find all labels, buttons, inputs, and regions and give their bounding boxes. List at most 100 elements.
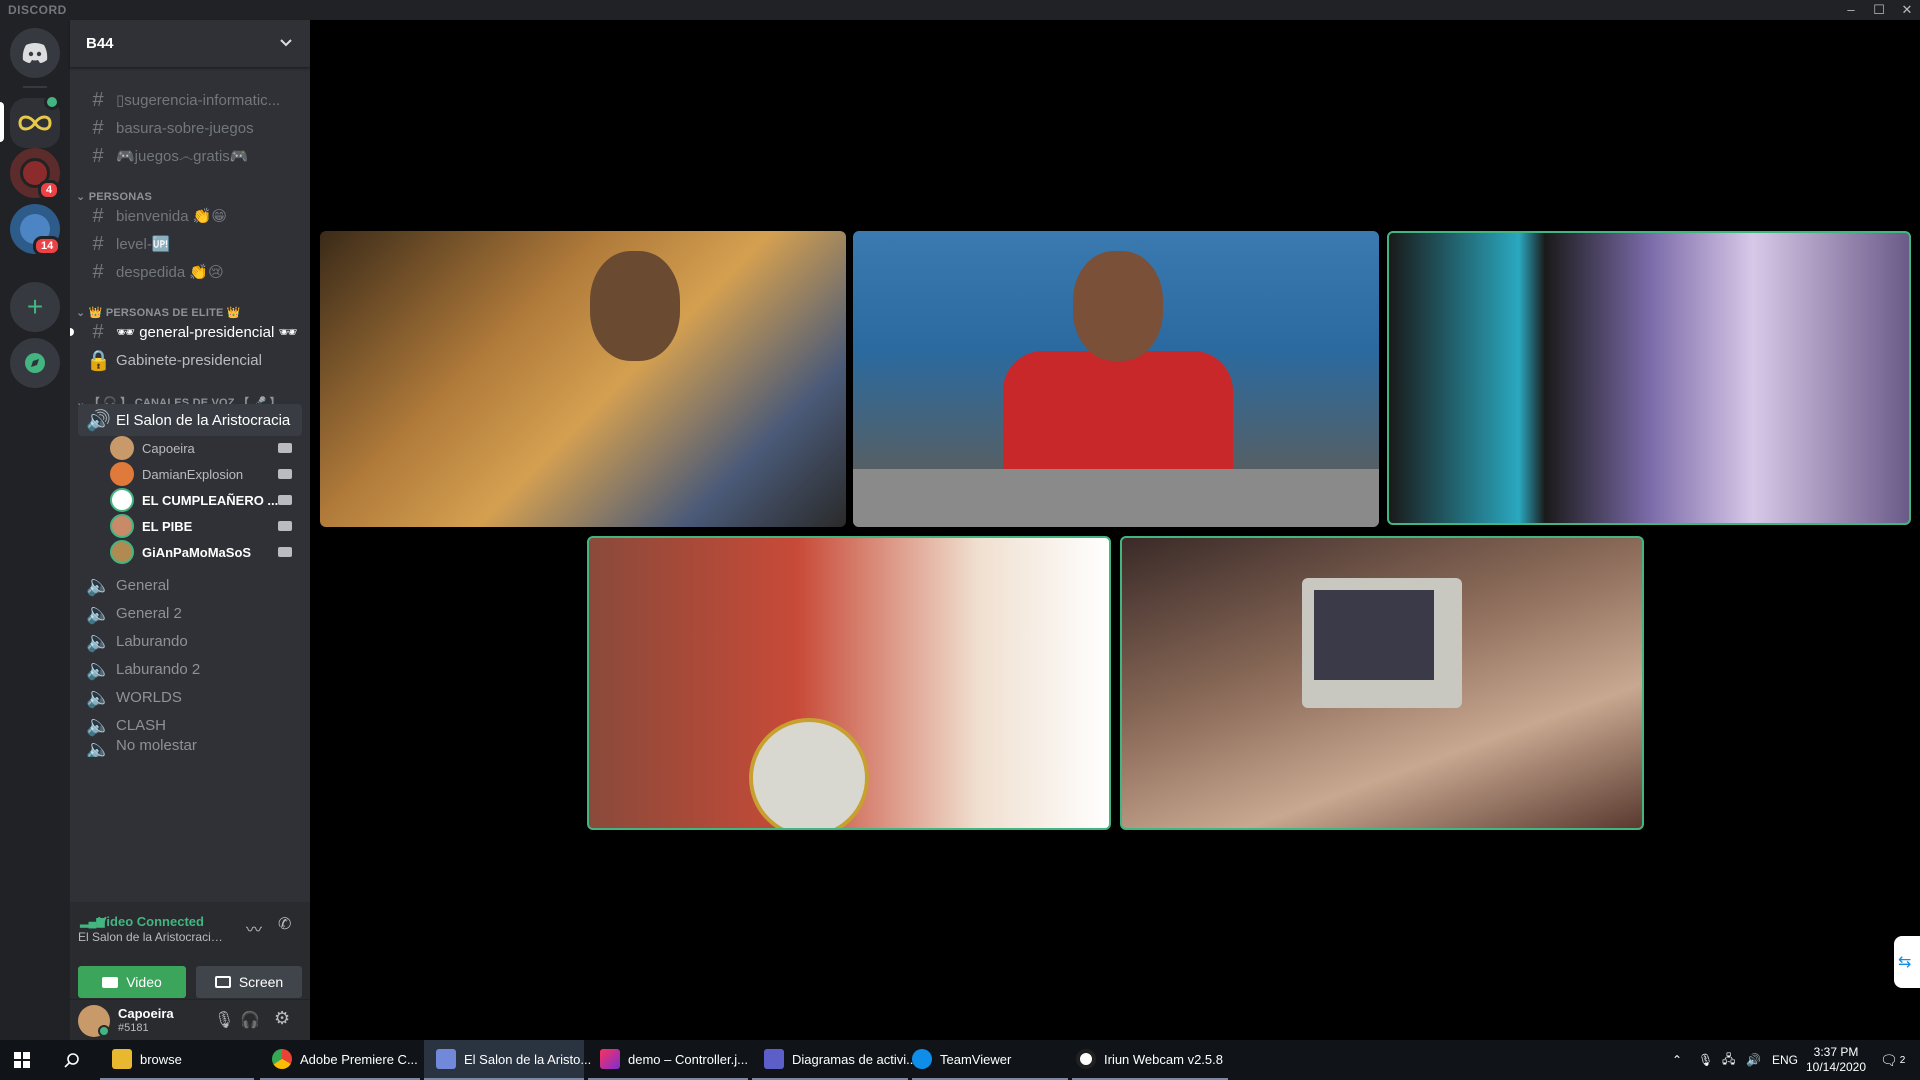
screen-share-button[interactable]: Screen <box>196 966 302 998</box>
speaker-icon: 🔈 <box>86 630 111 653</box>
taskbar-app-teamviewer[interactable]: TeamViewer <box>912 1040 1068 1080</box>
video-tile[interactable] <box>1387 231 1911 525</box>
channel-label: Laburando <box>116 632 188 650</box>
taskbar-app-discord[interactable]: El Salon de la Aristo... <box>424 1040 591 1080</box>
hash-icon: # <box>92 320 104 343</box>
teamviewer-icon <box>912 1049 932 1069</box>
video-tile[interactable] <box>587 536 1111 830</box>
teamviewer-widget[interactable]: ⇆ <box>1894 936 1920 988</box>
voice-channel-no-molestar[interactable]: 🔈 No molestar <box>78 737 302 757</box>
keyboard <box>853 469 1379 527</box>
guild-header[interactable]: B44 <box>70 20 310 68</box>
channel-label: Laburando 2 <box>116 660 201 678</box>
teams-icon <box>764 1049 784 1069</box>
channel-label: WORLDS <box>116 688 182 706</box>
plus-icon: + <box>26 291 44 322</box>
live-indicator <box>44 94 60 110</box>
hash-icon: # <box>92 260 104 283</box>
compass-icon <box>25 353 45 373</box>
voice-user[interactable]: EL PIBE <box>110 512 300 540</box>
voice-status[interactable]: Video Connected <box>98 914 204 929</box>
taskbar-app-label: Diagramas de activi... <box>792 1051 917 1067</box>
online-status-icon <box>98 1025 110 1037</box>
voice-connection-panel: ▂▄▆ Video Connected El Salon de la Arist… <box>70 902 310 1000</box>
server-rail: 4 14 + <box>0 20 70 1040</box>
clock-date: 10/14/2020 <box>1805 1060 1867 1074</box>
video-tile[interactable] <box>853 231 1379 527</box>
voice-channel-salon[interactable]: 🔊 El Salon de la Aristocracia <box>78 404 302 436</box>
disconnect-icon[interactable]: ✆ <box>278 914 291 934</box>
notifications-button[interactable]: 🗨 2 <box>1880 1040 1905 1080</box>
channel-label: basura-sobre-juegos <box>116 119 254 137</box>
channel-despedida[interactable]: # despedida 👏😢 <box>78 256 302 288</box>
rail-separator <box>23 86 47 88</box>
taskbar-app-teams[interactable]: Diagramas de activi... <box>752 1040 917 1080</box>
taskbar-app-premiere[interactable]: Adobe Premiere C... <box>260 1040 420 1080</box>
video-tile[interactable] <box>1120 536 1644 830</box>
channel-label: ▯sugerencia-informatic... <box>116 92 281 109</box>
channel-juegos-gratis[interactable]: # 🎮juegos෴gratis🎮 <box>78 140 302 172</box>
minimize-button[interactable]: – <box>1838 0 1864 20</box>
channel-label: 🎮juegos෴gratis🎮 <box>116 148 249 165</box>
clock[interactable]: 3:37 PM 10/14/2020 <box>1804 1040 1868 1080</box>
voice-user-name: EL PIBE <box>142 518 193 534</box>
tray-chevron-icon[interactable]: ⌃ <box>1672 1040 1682 1080</box>
explore-button[interactable] <box>10 338 60 388</box>
microphone-tray-icon[interactable]: 🎙 <box>1698 1040 1713 1080</box>
voice-user[interactable]: EL CUMPLEAÑERO ... <box>110 486 300 514</box>
voice-user-name: EL CUMPLEAÑERO ... <box>142 492 279 508</box>
add-server-button[interactable]: + <box>10 282 60 332</box>
gear-icon[interactable]: ⚙ <box>274 1008 290 1029</box>
channel-label: General 2 <box>116 604 182 622</box>
start-button[interactable] <box>0 1040 44 1080</box>
avatar <box>110 514 134 538</box>
hash-icon: # <box>92 144 104 167</box>
speaker-icon: 🔈 <box>86 714 111 737</box>
hash-icon: # <box>92 232 104 255</box>
voice-channel-path[interactable]: El Salon de la Aristocracia /... <box>78 930 228 944</box>
close-button[interactable]: ✕ <box>1894 0 1920 20</box>
home-button[interactable] <box>10 28 60 78</box>
guild-name: B44 <box>86 35 114 52</box>
video-button[interactable]: Video <box>78 966 186 998</box>
chrome-icon <box>272 1049 292 1069</box>
camera-icon <box>278 521 292 531</box>
windows-icon <box>14 1052 30 1068</box>
taskbar: browse Adobe Premiere C... El Salon de l… <box>0 1040 1920 1080</box>
taskbar-app-intellij[interactable]: demo – Controller.j... <box>588 1040 748 1080</box>
microphone-icon[interactable]: 🎙 <box>214 1010 234 1030</box>
hash-icon: # <box>92 204 104 227</box>
channel-label: No molestar <box>116 737 197 754</box>
camera-icon <box>278 547 292 557</box>
participant-face <box>1073 251 1163 361</box>
taskbar-app-label: browse <box>140 1051 182 1067</box>
taskbar-app-browse[interactable]: browse <box>100 1040 254 1080</box>
headphones-icon[interactable]: 🎧 <box>240 1010 260 1030</box>
noise-suppression-icon[interactable]: 〰 <box>246 916 262 940</box>
user-panel: Capoeira #5181 🎙 🎧 ⚙ <box>70 1000 310 1040</box>
speaker-icon: 🔈 <box>86 602 111 625</box>
language-indicator[interactable]: ENG <box>1772 1040 1798 1080</box>
video-button-label: Video <box>126 974 162 990</box>
channel-label: level-🆙 <box>116 236 171 253</box>
taskbar-app-iriun[interactable]: Iriun Webcam v2.5.8 <box>1072 1040 1228 1080</box>
voice-user[interactable]: DamianExplosion <box>110 460 300 488</box>
network-icon[interactable]: 🖧 <box>1722 1040 1735 1080</box>
voice-user[interactable]: GiAnPaMoMaSoS <box>110 538 300 566</box>
voice-user[interactable]: Capoeira <box>110 434 300 462</box>
intellij-icon <box>600 1049 620 1069</box>
video-tile[interactable] <box>320 231 846 527</box>
channel-gabinete[interactable]: 🔒 Gabinete-presidencial <box>78 344 302 376</box>
search-button[interactable] <box>44 1040 100 1080</box>
volume-icon[interactable]: 🔊 <box>1746 1040 1761 1080</box>
maximize-button[interactable]: ☐ <box>1866 0 1892 20</box>
monitor-screen <box>1314 590 1434 680</box>
hash-icon: # <box>92 88 104 111</box>
clock-time: 3:37 PM <box>1813 1045 1859 1059</box>
mention-badge: 4 <box>38 180 61 200</box>
monitor <box>1302 578 1462 708</box>
search-icon <box>64 1053 79 1068</box>
channel-sidebar: B44 # ▯sugerencia-informatic... # basura-s… <box>70 20 310 1040</box>
unread-indicator <box>70 328 74 336</box>
speaker-icon: 🔈 <box>86 686 111 709</box>
